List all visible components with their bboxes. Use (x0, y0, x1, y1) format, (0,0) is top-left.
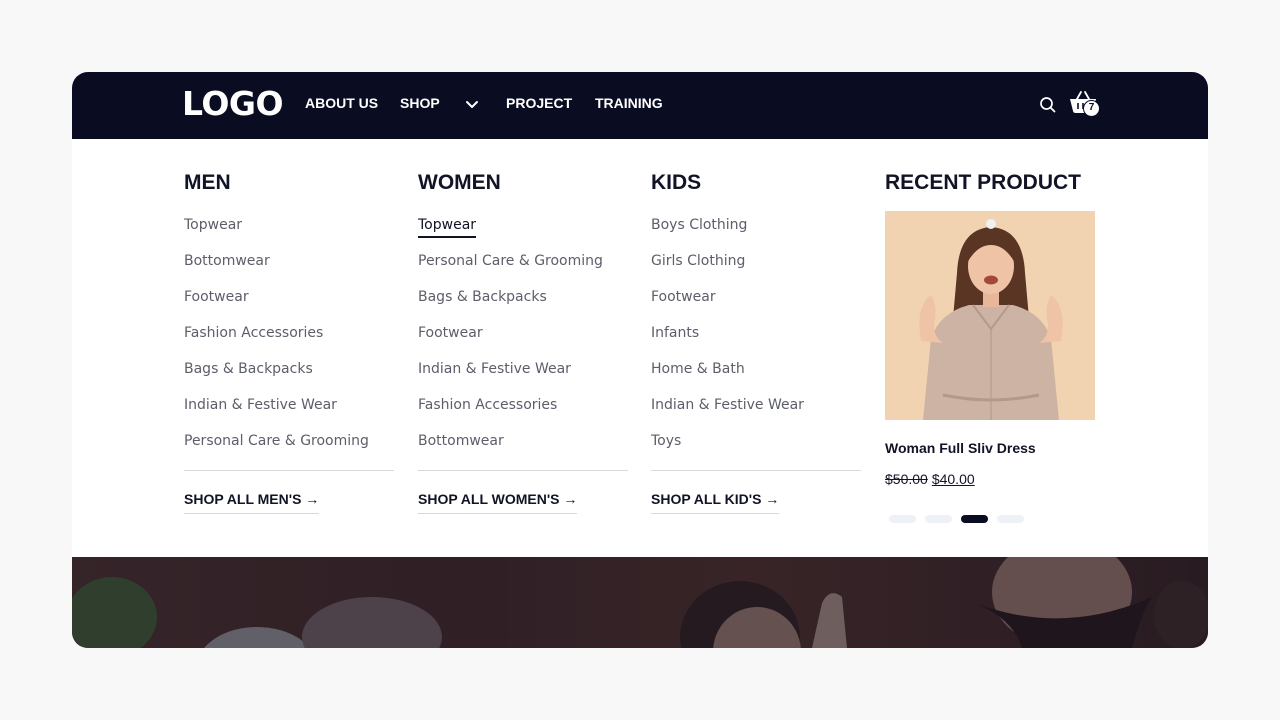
menu-link[interactable]: Home & Bath (651, 359, 861, 395)
menu-link[interactable]: Fashion Accessories (184, 323, 394, 359)
cart-count-badge: 7 (1083, 100, 1100, 117)
shop-all-kids-link[interactable]: SHOP ALL KID'S → (651, 490, 780, 514)
menu-column-kids: KIDS Boys Clothing Girls Clothing Footwe… (651, 170, 861, 514)
product-image[interactable] (885, 211, 1095, 420)
divider (418, 470, 628, 471)
hero-photo-illustration (72, 557, 1208, 648)
carousel-dot[interactable] (889, 515, 916, 523)
menu-link[interactable]: Personal Care & Grooming (418, 251, 628, 287)
sale-price: $40.00 (931, 471, 975, 487)
menu-link[interactable]: Personal Care & Grooming (184, 431, 394, 467)
price-row: $50.00 $40.00 (885, 471, 975, 487)
mega-menu: MEN Topwear Bottomwear Footwear Fashion … (72, 139, 1208, 557)
menu-link[interactable]: Footwear (418, 323, 628, 359)
menu-link[interactable]: Fashion Accessories (418, 395, 628, 431)
menu-link-active[interactable]: Topwear (418, 215, 628, 251)
product-name-link[interactable]: Woman Full Sliv Dress (885, 440, 1036, 456)
menu-link[interactable]: Girls Clothing (651, 251, 861, 287)
nav-shop[interactable]: SHOP (400, 94, 440, 112)
recent-product-title: RECENT PRODUCT (885, 171, 1082, 194)
menu-link[interactable]: Indian & Festive Wear (184, 395, 394, 431)
menu-link[interactable]: Indian & Festive Wear (651, 395, 861, 431)
product-photo-illustration (885, 211, 1095, 420)
logo[interactable]: LOGO (182, 84, 284, 124)
search-icon[interactable] (1038, 95, 1058, 115)
carousel-indicators (889, 510, 1033, 523)
column-title: KIDS (651, 171, 702, 194)
menu-column-women: WOMEN Topwear Personal Care & Grooming B… (418, 170, 628, 514)
menu-link-label: Topwear (418, 217, 477, 238)
nav-about-us[interactable]: ABOUT US (305, 94, 378, 112)
menu-link[interactable]: Bottomwear (418, 431, 628, 467)
carousel-dot[interactable] (925, 515, 952, 523)
page-card: LOGO ABOUT US SHOP PROJECT TRAINING 7 ME… (72, 72, 1208, 648)
category-list: Boys Clothing Girls Clothing Footwear In… (651, 215, 861, 467)
menu-link[interactable]: Bottomwear (184, 251, 394, 287)
category-list: Topwear Bottomwear Footwear Fashion Acce… (184, 215, 394, 467)
menu-link[interactable]: Toys (651, 431, 861, 467)
recent-product-panel: RECENT PRODUCT Woman Full Sliv Dress $50… (885, 170, 1125, 523)
divider (184, 470, 394, 471)
category-list: Topwear Personal Care & Grooming Bags & … (418, 215, 628, 467)
menu-link[interactable]: Infants (651, 323, 861, 359)
nav-project[interactable]: PROJECT (506, 94, 572, 112)
hero-image (72, 557, 1208, 648)
menu-link[interactable]: Topwear (184, 215, 394, 251)
menu-link[interactable]: Footwear (184, 287, 394, 323)
nav-training[interactable]: TRAINING (595, 94, 663, 112)
carousel-dot-active[interactable] (961, 515, 988, 523)
original-price: $50.00 (885, 471, 928, 487)
shop-all-men-link[interactable]: SHOP ALL MEN'S → (184, 490, 320, 514)
menu-link[interactable]: Footwear (651, 287, 861, 323)
shop-all-women-link[interactable]: SHOP ALL WOMEN'S → (418, 490, 578, 514)
menu-link[interactable]: Indian & Festive Wear (418, 359, 628, 395)
carousel-dot[interactable] (997, 515, 1024, 523)
divider (651, 470, 861, 471)
chevron-down-icon[interactable] (465, 97, 479, 109)
menu-link[interactable]: Bags & Backpacks (184, 359, 394, 395)
column-title: WOMEN (418, 171, 501, 194)
menu-link[interactable]: Bags & Backpacks (418, 287, 628, 323)
menu-column-men: MEN Topwear Bottomwear Footwear Fashion … (184, 170, 394, 514)
column-title: MEN (184, 171, 231, 194)
cart-button[interactable]: 7 (1068, 89, 1106, 121)
top-navbar: LOGO ABOUT US SHOP PROJECT TRAINING 7 (72, 72, 1208, 139)
menu-link[interactable]: Boys Clothing (651, 215, 861, 251)
